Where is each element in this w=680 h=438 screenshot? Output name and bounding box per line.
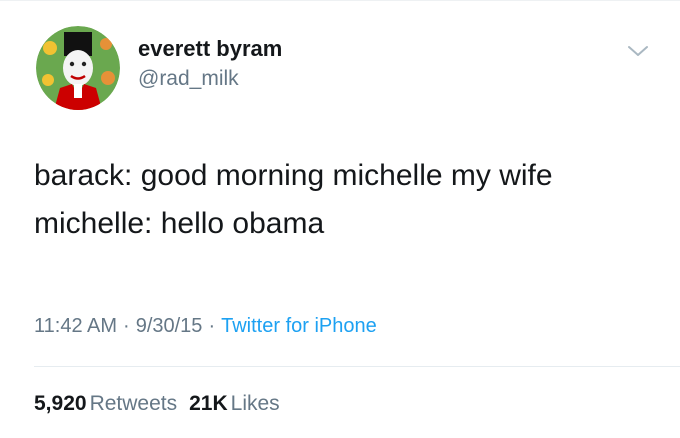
tweet-date: 9/30/15 — [135, 315, 203, 337]
tweet-meta: 11:42 AM · 9/30/15 · Twitter for iPhone — [34, 313, 377, 339]
tweet-line: barack: good morning michelle my wife — [34, 159, 553, 192]
tweet-card: everett byram @rad_milk barack: good mor… — [0, 0, 680, 438]
likes-stat[interactable]: 21K Likes — [189, 392, 280, 415]
retweets-label: Retweets — [89, 392, 178, 415]
retweets-stat[interactable]: 5,920 Retweets — [34, 392, 177, 415]
avatar-portrait-icon — [36, 26, 120, 110]
likes-count: 21K — [189, 392, 228, 415]
display-name[interactable]: everett byram — [138, 36, 282, 62]
tweet-line: michelle: hello obama — [34, 207, 325, 240]
top-divider — [0, 0, 680, 1]
tweet-text: barack: good morning michelle my wife mi… — [34, 152, 654, 248]
meta-separator: · — [208, 315, 216, 337]
engagement-stats: 5,920 Retweets 21K Likes — [34, 391, 280, 417]
tweet-time: 11:42 AM — [34, 315, 118, 337]
chevron-down-icon[interactable] — [626, 42, 650, 60]
author-block: everett byram @rad_milk — [138, 36, 282, 92]
handle[interactable]: @rad_milk — [138, 66, 282, 92]
stats-divider — [34, 366, 680, 367]
avatar[interactable] — [36, 26, 120, 110]
source-link[interactable]: Twitter for iPhone — [221, 315, 377, 337]
meta-separator: · — [123, 315, 130, 337]
likes-label: Likes — [230, 392, 280, 415]
retweets-count: 5,920 — [34, 392, 87, 415]
